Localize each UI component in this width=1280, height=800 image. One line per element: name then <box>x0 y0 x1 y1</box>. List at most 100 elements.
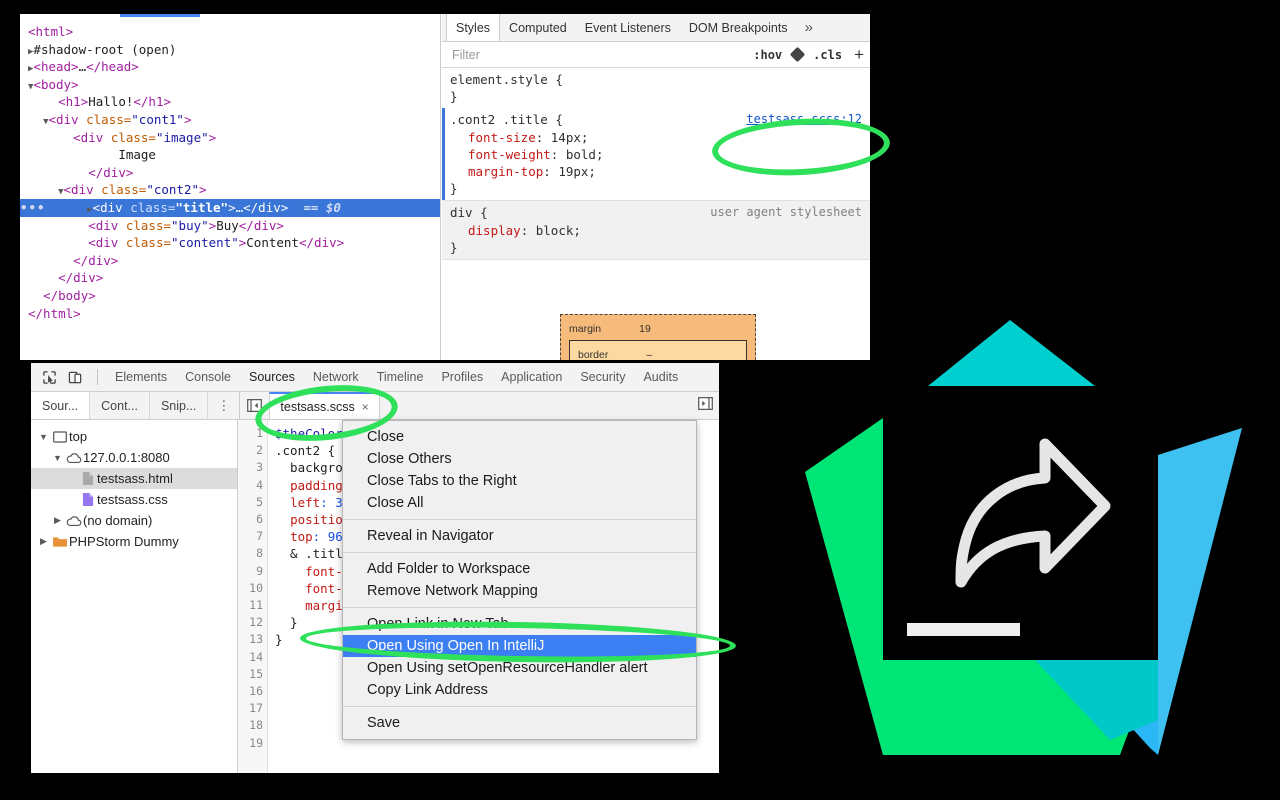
dom-node[interactable]: ▼<div class="cont2"> <box>20 181 440 199</box>
editor-tab-context-menu[interactable]: Close Close Others Close Tabs to the Right… <box>342 420 697 740</box>
line-number[interactable]: 12 <box>238 614 263 631</box>
menu-item-reveal-in-navigator[interactable]: Reveal in Navigator <box>343 525 696 547</box>
declaration-value[interactable]: : 14px; <box>536 130 589 145</box>
navigator-more-icon[interactable]: ⋮ <box>208 392 239 419</box>
declaration-property[interactable]: margin-top <box>468 164 543 179</box>
declaration-property[interactable]: font-weight <box>468 147 551 162</box>
rule-selector[interactable]: div { <box>450 205 488 220</box>
menu-item-remove-network-mapping[interactable]: Remove Network Mapping <box>343 580 696 602</box>
line-number[interactable]: 14 <box>238 649 263 666</box>
menu-item-save[interactable]: Save <box>343 712 696 734</box>
color-picker-icon[interactable] <box>789 46 806 63</box>
dom-node[interactable]: <div class="buy">Buy</div> <box>20 217 440 235</box>
line-number[interactable]: 10 <box>238 580 263 597</box>
dom-node[interactable]: ▶#shadow-root (open) <box>20 41 440 59</box>
dom-node[interactable]: </div> <box>20 164 440 182</box>
navigator-tab-sour[interactable]: Sour... <box>31 392 91 419</box>
line-number[interactable]: 18 <box>238 717 263 734</box>
dom-node[interactable]: </body> <box>20 287 440 305</box>
line-number[interactable]: 6 <box>238 511 263 528</box>
navigator-tab-snip[interactable]: Snip... <box>150 392 209 419</box>
new-style-rule-button[interactable]: + <box>854 46 864 63</box>
inspect-element-icon[interactable] <box>37 367 61 387</box>
declaration-value[interactable]: : 19px; <box>543 164 596 179</box>
twisty-closed-icon[interactable]: ▶ <box>51 515 64 526</box>
twisty-closed-icon[interactable]: ▶ <box>37 536 50 547</box>
declaration-property[interactable]: font-size <box>468 130 536 145</box>
menu-item-add-folder-to-workspace[interactable]: Add Folder to Workspace <box>343 558 696 580</box>
file-tree-item-testsass-css[interactable]: testsass.css <box>31 489 237 510</box>
line-number[interactable]: 9 <box>238 563 263 580</box>
line-number[interactable]: 15 <box>238 666 263 683</box>
style-rule[interactable]: div {user agent stylesheet display: block… <box>442 200 870 261</box>
dom-node[interactable]: <div class="image"> <box>20 129 440 147</box>
rule-selector[interactable]: .cont2 .title { <box>450 112 563 127</box>
declaration-value[interactable]: : bold; <box>551 147 604 162</box>
line-number[interactable]: 4 <box>238 477 263 494</box>
menu-item-close-others[interactable]: Close Others <box>343 448 696 470</box>
menu-item-close-all[interactable]: Close All <box>343 492 696 514</box>
rule-selector[interactable]: element.style { <box>450 72 563 87</box>
file-tree-item-top[interactable]: ▼ top <box>31 426 237 447</box>
box-model-border-value[interactable]: – <box>646 349 652 360</box>
twisty-open-icon[interactable]: ▼ <box>51 453 64 463</box>
dom-node[interactable]: <h1>Hallo!</h1> <box>20 93 440 111</box>
dom-node-selected[interactable]: ••• ▶<div class="title">…</div> == $0 <box>20 198 440 217</box>
twisty-open-icon[interactable]: ▼ <box>37 432 50 442</box>
line-number[interactable]: 2 <box>238 442 263 459</box>
hov-toggle[interactable]: :hov <box>753 48 782 62</box>
line-number[interactable]: 11 <box>238 597 263 614</box>
line-number[interactable]: 17 <box>238 700 263 717</box>
style-declaration[interactable]: display: block; <box>450 222 870 239</box>
file-tree-item-127-0-0-1-8080[interactable]: ▼ 127.0.0.1:8080 <box>31 447 237 468</box>
navigator-tab-cont[interactable]: Cont... <box>90 392 150 419</box>
panel-tab-audits[interactable]: Audits <box>634 370 687 384</box>
declaration-value[interactable]: : block; <box>521 223 581 238</box>
menu-item-close[interactable]: Close <box>343 426 696 448</box>
dom-node[interactable]: <div class="content">Content</div> <box>20 234 440 252</box>
file-tree-item-phpstorm-dummy[interactable]: ▶ PHPStorm Dummy <box>31 531 237 552</box>
dom-node[interactable]: <html> <box>20 23 440 41</box>
line-number[interactable]: 3 <box>238 459 263 476</box>
declaration-property[interactable]: display <box>468 223 521 238</box>
dom-node[interactable]: </html> <box>20 305 440 323</box>
line-number[interactable]: 19 <box>238 735 263 752</box>
panel-tab-timeline[interactable]: Timeline <box>368 370 433 384</box>
line-number[interactable]: 16 <box>238 683 263 700</box>
styles-more-tabs-icon[interactable]: » <box>797 14 821 41</box>
panel-tab-elements[interactable]: Elements <box>106 370 176 384</box>
styles-filter-input[interactable]: Filter <box>452 48 743 62</box>
cls-toggle[interactable]: .cls <box>813 48 842 62</box>
dom-node[interactable]: </div> <box>20 269 440 287</box>
expand-ellipsis-icon[interactable]: ••• <box>20 199 45 217</box>
styles-tab-event-listeners[interactable]: Event Listeners <box>576 14 680 41</box>
panel-tab-security[interactable]: Security <box>571 370 634 384</box>
line-number[interactable]: 13 <box>238 631 263 648</box>
panel-tab-application[interactable]: Application <box>492 370 571 384</box>
style-rule[interactable]: element.style {} <box>442 68 870 108</box>
line-number[interactable]: 5 <box>238 494 263 511</box>
panel-tab-profiles[interactable]: Profiles <box>432 370 492 384</box>
styles-tab-computed[interactable]: Computed <box>500 14 576 41</box>
menu-item-copy-link-address[interactable]: Copy Link Address <box>343 679 696 701</box>
menu-item-close-tabs-to-the-right[interactable]: Close Tabs to the Right <box>343 470 696 492</box>
panel-tab-network[interactable]: Network <box>304 370 368 384</box>
file-tree-item-no-domain[interactable]: ▶ (no domain) <box>31 510 237 531</box>
line-number[interactable]: 8 <box>238 545 263 562</box>
dom-tree[interactable]: <html> ▶#shadow-root (open) ▶<head>…</head… <box>20 23 440 323</box>
panel-tab-console[interactable]: Console <box>176 370 240 384</box>
file-navigator-tree[interactable]: ▼ top ▼ 127.0.0.1:8080 testsass.html testsass… <box>31 420 238 773</box>
dom-node[interactable]: ▼<body> <box>20 76 440 94</box>
styles-tab-styles[interactable]: Styles <box>446 14 501 41</box>
dom-node[interactable]: ▼<div class="cont1"> <box>20 111 440 129</box>
line-number[interactable]: 7 <box>238 528 263 545</box>
dom-node[interactable]: </div> <box>20 252 440 270</box>
box-model-margin-value[interactable]: 19 <box>639 323 651 335</box>
device-toolbar-icon[interactable] <box>63 367 87 387</box>
file-tree-item-testsass-html[interactable]: testsass.html <box>31 468 237 489</box>
styles-tab-dom-breakpoints[interactable]: DOM Breakpoints <box>680 14 797 41</box>
toggle-panel-right-icon[interactable] <box>698 396 713 415</box>
panel-tab-sources[interactable]: Sources <box>240 370 304 384</box>
dom-node[interactable]: Image <box>20 146 440 164</box>
dom-node[interactable]: ▶<head>…</head> <box>20 58 440 76</box>
